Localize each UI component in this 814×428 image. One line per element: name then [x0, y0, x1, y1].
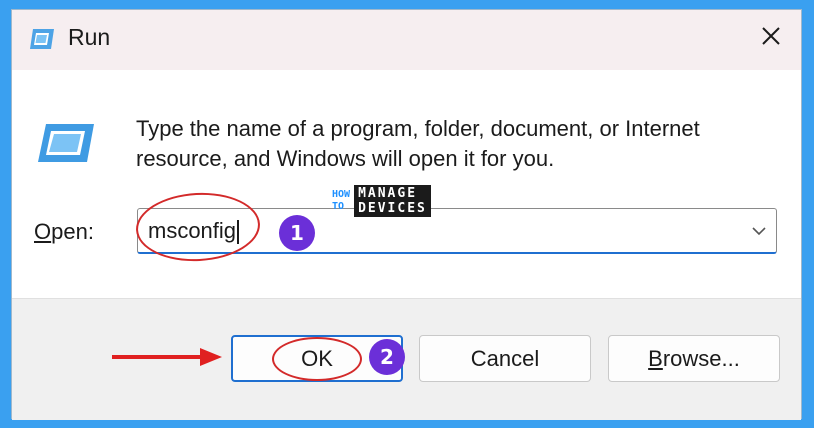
- cancel-button[interactable]: Cancel: [419, 335, 591, 382]
- highlight-ellipse-ok: [272, 337, 362, 381]
- arrow-pointer-icon: [112, 346, 224, 373]
- browse-rest: rowse...: [662, 345, 740, 371]
- open-label-rest: pen:: [51, 219, 94, 244]
- close-icon: [761, 26, 781, 51]
- watermark-logo: HOW TO MANAGE DEVICES: [332, 183, 431, 219]
- browse-accel: B: [648, 345, 663, 371]
- window-title: Run: [68, 24, 111, 50]
- title-bar[interactable]: Run: [12, 10, 801, 70]
- run-app-icon: [28, 27, 56, 56]
- watermark-devices: DEVICES: [358, 201, 427, 216]
- open-label: Open:: [34, 219, 94, 245]
- close-button[interactable]: [741, 10, 801, 66]
- browse-button[interactable]: Browse...: [608, 335, 780, 382]
- step-2-badge: 2: [369, 339, 405, 375]
- chevron-down-icon[interactable]: [750, 222, 768, 245]
- watermark-to: TO: [332, 201, 345, 212]
- step-1-badge: 1: [279, 215, 315, 251]
- open-label-accel: O: [34, 219, 52, 244]
- run-program-icon: [36, 122, 96, 169]
- dialog-description: Type the name of a program, folder, docu…: [136, 116, 700, 171]
- watermark-manage: MANAGE: [358, 186, 418, 201]
- watermark-how: HOW: [332, 189, 351, 200]
